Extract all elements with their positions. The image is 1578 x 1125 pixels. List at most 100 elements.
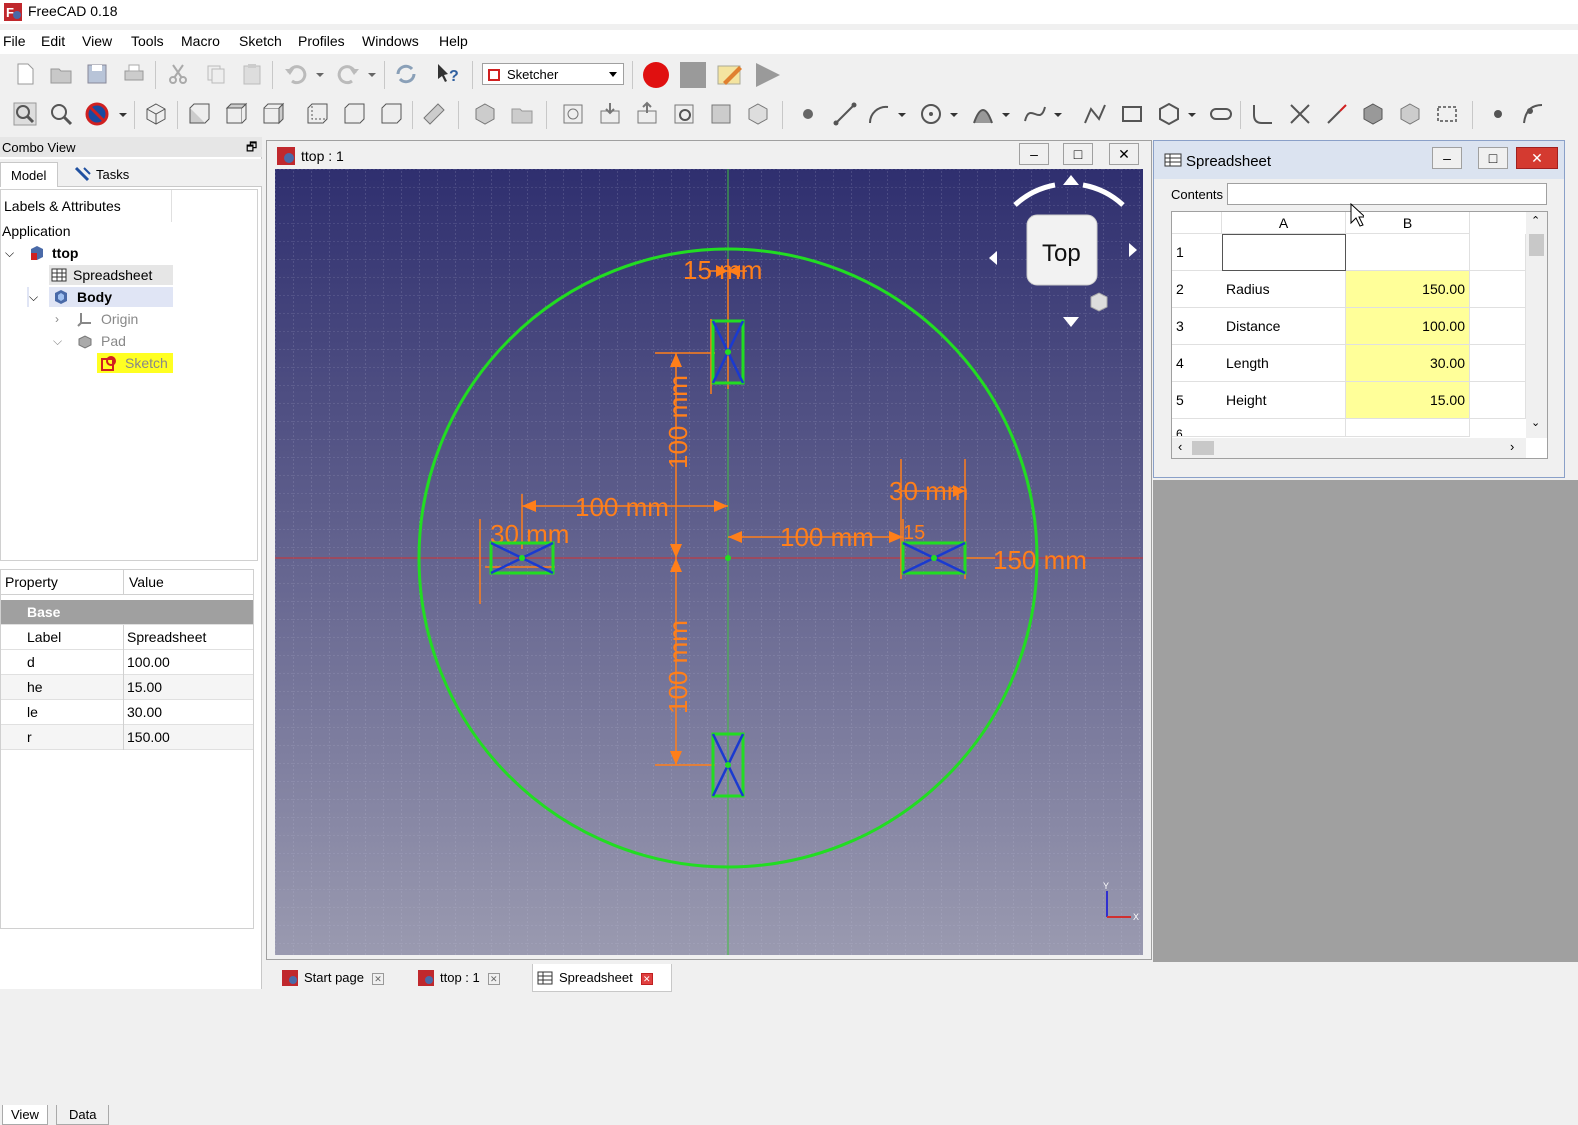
cell-b3[interactable]: 100.00 bbox=[1346, 308, 1470, 345]
carbon-copy-icon[interactable] bbox=[1397, 101, 1423, 127]
close-button[interactable]: ✕ bbox=[1516, 147, 1558, 169]
cut-icon[interactable] bbox=[165, 61, 191, 87]
tree-item-ttop[interactable]: ⌵ ttop bbox=[1, 243, 257, 263]
create-rectangle-icon[interactable] bbox=[1119, 101, 1145, 127]
tree-item-sketch[interactable]: Sketch bbox=[97, 353, 173, 373]
dimension-label[interactable]: 30 mm bbox=[889, 476, 968, 506]
macro-editor-icon[interactable] bbox=[715, 60, 745, 90]
row-header[interactable]: 4 bbox=[1172, 345, 1222, 382]
record-macro-icon[interactable] bbox=[641, 60, 671, 90]
dimension-label[interactable]: 15 mm bbox=[683, 255, 762, 285]
corner-header[interactable] bbox=[1172, 212, 1222, 234]
close-icon[interactable]: ✕ bbox=[487, 972, 500, 985]
property-row-r[interactable]: r 150.00 bbox=[1, 725, 253, 750]
create-polyline-icon[interactable] bbox=[1082, 101, 1108, 127]
polygon-dropdown-icon[interactable] bbox=[1185, 101, 1199, 127]
menu-file[interactable]: File bbox=[3, 33, 26, 49]
close-icon[interactable]: ✕ bbox=[372, 972, 384, 985]
tree-item-spreadsheet[interactable]: Spreadsheet bbox=[49, 265, 173, 285]
cell-c2[interactable] bbox=[1470, 271, 1526, 308]
tab-tasks[interactable]: Tasks bbox=[62, 162, 142, 187]
view-front-icon[interactable] bbox=[186, 101, 212, 127]
view-rear-icon[interactable] bbox=[304, 101, 330, 127]
column-header-b[interactable]: B bbox=[1346, 212, 1470, 234]
create-line-icon[interactable] bbox=[832, 101, 858, 127]
tree-item-pad[interactable]: ⌵ Pad bbox=[51, 331, 181, 351]
menu-sketch[interactable]: Sketch bbox=[239, 33, 282, 49]
chevron-down-icon[interactable]: ⌵ bbox=[5, 243, 14, 263]
run-macro-icon[interactable] bbox=[752, 60, 782, 90]
minimize-button[interactable]: – bbox=[1432, 147, 1462, 169]
create-bspline-icon[interactable] bbox=[1022, 101, 1048, 127]
minimize-button[interactable]: – bbox=[1019, 143, 1049, 165]
cell-b6[interactable] bbox=[1346, 419, 1470, 437]
tree-item-origin[interactable]: › Origin bbox=[51, 309, 181, 329]
cell-b5[interactable]: 15.00 bbox=[1346, 382, 1470, 419]
open-folder-icon[interactable] bbox=[48, 61, 74, 87]
undo-dropdown-icon[interactable] bbox=[313, 61, 327, 87]
close-button[interactable]: ✕ bbox=[1109, 143, 1139, 165]
property-row-le[interactable]: le 30.00 bbox=[1, 700, 253, 725]
redo-dropdown-icon[interactable] bbox=[365, 61, 379, 87]
menu-edit[interactable]: Edit bbox=[41, 33, 65, 49]
fit-all-icon[interactable] bbox=[12, 101, 38, 127]
menu-tools[interactable]: Tools bbox=[131, 33, 164, 49]
undo-icon[interactable] bbox=[283, 61, 309, 87]
draw-style-icon[interactable] bbox=[84, 101, 110, 127]
create-polygon-icon[interactable] bbox=[1156, 101, 1182, 127]
property-value[interactable]: 15.00 bbox=[127, 675, 162, 700]
save-icon[interactable] bbox=[84, 61, 110, 87]
view-section-icon[interactable] bbox=[671, 101, 697, 127]
cell-a1[interactable] bbox=[1222, 234, 1346, 271]
cell-c3[interactable] bbox=[1470, 308, 1526, 345]
cell-c5[interactable] bbox=[1470, 382, 1526, 419]
copy-icon[interactable] bbox=[203, 61, 229, 87]
cell-a6[interactable] bbox=[1222, 419, 1346, 437]
property-row-label[interactable]: Label Spreadsheet bbox=[1, 625, 253, 650]
dimension-label[interactable]: 150 mm bbox=[993, 545, 1087, 575]
dimension-label[interactable]: 100 mm bbox=[780, 522, 874, 552]
measure-distance-icon[interactable] bbox=[421, 101, 447, 127]
cell-a3[interactable]: Distance bbox=[1222, 308, 1346, 345]
reorient-sketch-icon[interactable] bbox=[745, 101, 771, 127]
leave-sketch-icon[interactable] bbox=[597, 101, 623, 127]
tab-data[interactable]: Data bbox=[56, 1105, 110, 1125]
dimension-label[interactable]: 100 mm bbox=[663, 375, 693, 469]
scroll-up-icon[interactable]: ⌃ bbox=[1531, 214, 1540, 227]
3d-view-canvas[interactable]: 100 mm 100 mm 100 mm 100 mm 150 mm 15 mm… bbox=[275, 169, 1143, 955]
redo-icon[interactable] bbox=[335, 61, 361, 87]
fit-selection-icon[interactable] bbox=[48, 101, 74, 127]
contents-input[interactable] bbox=[1227, 183, 1547, 205]
create-fillet-icon[interactable] bbox=[1250, 101, 1276, 127]
cell-a2[interactable]: Radius bbox=[1222, 271, 1346, 308]
undock-icon[interactable]: 🗗 bbox=[246, 138, 257, 159]
cell-b1[interactable] bbox=[1346, 234, 1470, 271]
property-group-base[interactable]: Base bbox=[1, 600, 253, 625]
doc-tab-ttop[interactable]: ttop : 1 ✕ bbox=[414, 964, 520, 992]
cell-b2[interactable]: 150.00 bbox=[1346, 271, 1470, 308]
row-header[interactable]: 1 bbox=[1172, 234, 1222, 271]
tab-model[interactable]: Model bbox=[0, 162, 58, 187]
horizontal-scrollbar[interactable]: ‹ › bbox=[1172, 438, 1526, 458]
view-left-icon[interactable] bbox=[378, 101, 404, 127]
menu-windows[interactable]: Windows bbox=[362, 33, 419, 49]
map-sketch-icon[interactable] bbox=[708, 101, 734, 127]
create-conic-icon[interactable] bbox=[970, 101, 996, 127]
cell-a4[interactable]: Length bbox=[1222, 345, 1346, 382]
draw-style-dropdown-icon[interactable] bbox=[116, 101, 130, 127]
view-right-icon[interactable] bbox=[260, 101, 286, 127]
new-sketch-icon[interactable] bbox=[560, 101, 586, 127]
paste-icon[interactable] bbox=[239, 61, 265, 87]
scroll-left-icon[interactable]: ‹ bbox=[1178, 439, 1182, 454]
bspline-dropdown-icon[interactable] bbox=[1051, 101, 1065, 127]
maximize-button[interactable]: □ bbox=[1063, 143, 1093, 165]
doc-tab-spreadsheet[interactable]: Spreadsheet ✕ bbox=[532, 964, 672, 992]
create-circle-icon[interactable] bbox=[918, 101, 944, 127]
constrain-coincident-icon[interactable] bbox=[1485, 101, 1511, 127]
view-top-icon[interactable] bbox=[223, 101, 249, 127]
doc-tab-start-page[interactable]: Start page ✕ bbox=[278, 964, 402, 992]
print-icon[interactable] bbox=[121, 61, 147, 87]
trim-edge-icon[interactable] bbox=[1287, 101, 1313, 127]
tree-item-body[interactable]: ⌵ Body bbox=[27, 287, 173, 307]
menu-view[interactable]: View bbox=[82, 33, 112, 49]
